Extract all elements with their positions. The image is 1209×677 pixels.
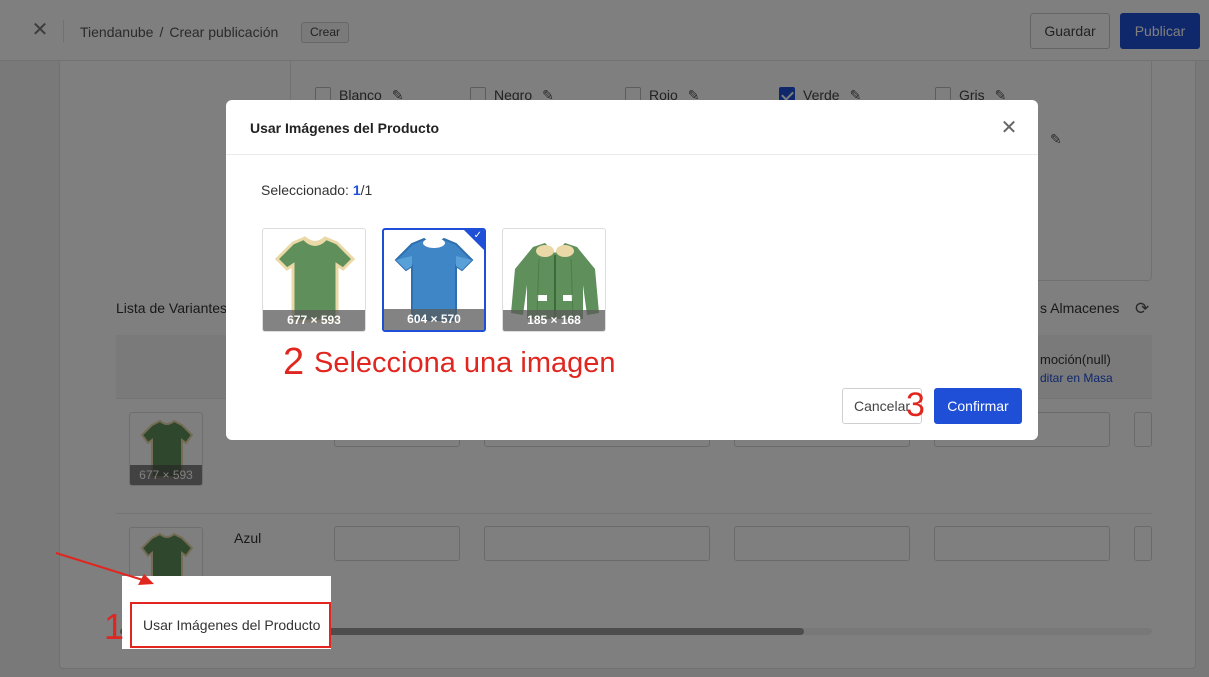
selected-label: Seleccionado: — [261, 182, 353, 198]
use-product-images-dialog: Usar Imágenes del Producto ✕ Seleccionad… — [226, 100, 1038, 440]
use-product-images-menu-item[interactable]: Usar Imágenes del Producto — [130, 602, 331, 648]
selected-count: 1 — [352, 182, 361, 198]
product-image-option[interactable]: 677 × 593 — [262, 228, 366, 332]
image-dimensions: 185 × 168 — [503, 310, 605, 331]
product-image-option-selected[interactable]: ✓ 604 × 570 — [382, 228, 486, 332]
product-image-option[interactable]: 185 × 168 — [502, 228, 606, 332]
selection-counter: Seleccionado: 1/1 — [261, 182, 372, 198]
annotation-arrow-icon — [55, 552, 154, 585]
annotation-step-1: 1 — [104, 606, 125, 647]
annotation-step-3: 3 — [906, 386, 925, 424]
image-dimensions: 677 × 593 — [263, 310, 365, 331]
confirm-button[interactable]: Confirmar — [934, 388, 1022, 424]
annotation-step-2: 2 — [283, 341, 305, 383]
check-icon: ✓ — [473, 230, 482, 241]
dialog-title: Usar Imágenes del Producto — [250, 120, 440, 136]
annotation-step-2-text: Selecciona una imagen — [314, 347, 616, 379]
image-dimensions: 604 × 570 — [384, 309, 484, 330]
divider — [226, 154, 1038, 155]
selected-total: /1 — [360, 182, 373, 198]
close-icon[interactable]: ✕ — [998, 116, 1020, 140]
